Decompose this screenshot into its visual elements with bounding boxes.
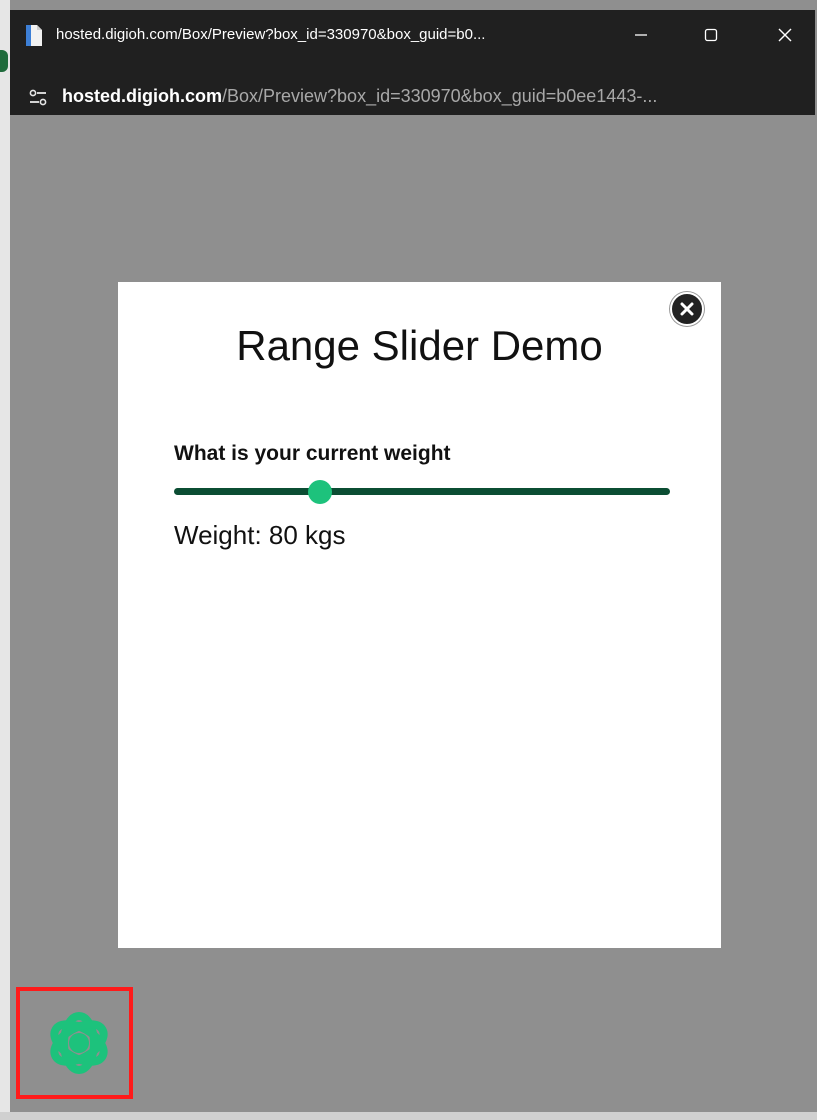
url-host: hosted.digioh.com	[62, 86, 222, 106]
background-window-bottom-edge	[0, 1112, 817, 1120]
maximize-icon	[704, 28, 718, 42]
modal-dialog: Range Slider Demo What is your current w…	[118, 282, 721, 948]
question-label: What is your current weight	[174, 442, 451, 465]
window-titlebar[interactable]: hosted.digioh.com/Box/Preview?box_id=330…	[10, 10, 815, 60]
window-title: hosted.digioh.com/Box/Preview?box_id=330…	[56, 26, 486, 43]
site-settings-icon[interactable]	[26, 86, 50, 110]
modal-title: Range Slider Demo	[236, 322, 603, 369]
screen: hosted.digioh.com/Box/Preview?box_id=330…	[0, 0, 817, 1120]
flower-logo-icon[interactable]	[44, 1008, 114, 1078]
url-text[interactable]: hosted.digioh.com/Box/Preview?box_id=330…	[62, 86, 657, 107]
slider-thumb[interactable]	[308, 480, 333, 504]
close-window-button[interactable]	[757, 10, 813, 60]
page-icon	[26, 25, 42, 46]
minimize-icon	[635, 34, 647, 36]
slider-track[interactable]	[174, 488, 670, 495]
popup-window: hosted.digioh.com/Box/Preview?box_id=330…	[10, 10, 815, 1112]
minimize-button[interactable]	[613, 10, 669, 60]
weight-range-slider[interactable]	[174, 480, 670, 504]
close-icon	[778, 28, 792, 42]
maximize-button[interactable]	[683, 10, 739, 60]
background-window-edge	[0, 0, 10, 1120]
close-circle-icon	[680, 302, 694, 316]
weight-value-text: Weight: 80 kgs	[174, 520, 346, 550]
url-path: /Box/Preview?box_id=330970&box_guid=b0ee…	[222, 86, 658, 106]
address-bar: hosted.digioh.com/Box/Preview?box_id=330…	[10, 60, 815, 115]
background-window-tab-indicator	[0, 50, 8, 72]
close-modal-button[interactable]	[670, 292, 704, 326]
